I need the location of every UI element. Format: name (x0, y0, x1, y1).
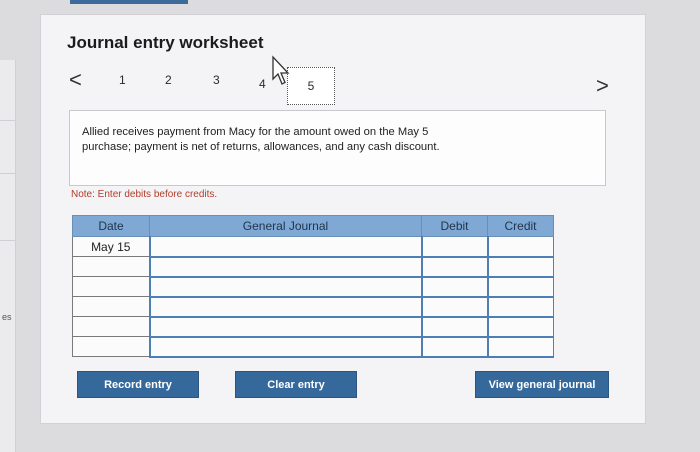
side-panel (0, 60, 16, 452)
debit-input[interactable] (420, 296, 488, 318)
page-link-4[interactable]: 4 (259, 77, 266, 91)
active-page-label: 5 (307, 79, 315, 93)
credit-input[interactable] (486, 336, 554, 358)
account-input[interactable] (148, 336, 422, 358)
side-divider (0, 173, 16, 174)
account-input[interactable] (148, 296, 422, 318)
date-cell[interactable] (72, 296, 150, 317)
journal-worksheet-card: Journal entry worksheet < 1 2 3 4 5 > Al… (40, 14, 646, 424)
debit-input[interactable] (420, 236, 488, 258)
date-cell[interactable] (72, 276, 150, 297)
account-input[interactable] (148, 276, 422, 298)
view-general-journal-button[interactable]: View general journal (475, 371, 609, 398)
table-row (72, 256, 554, 278)
account-input[interactable] (148, 256, 422, 278)
page-link-3[interactable]: 3 (213, 73, 220, 87)
debit-credit-note: Note: Enter debits before credits. (71, 189, 218, 200)
clear-entry-button[interactable]: Clear entry (235, 371, 357, 398)
date-cell[interactable]: May 15 (72, 236, 150, 257)
credit-input[interactable] (486, 276, 554, 298)
credit-input[interactable] (486, 256, 554, 278)
page-link-2[interactable]: 2 (165, 73, 172, 87)
page-link-5-active[interactable]: 5 (287, 67, 335, 105)
description-line: Allied receives payment from Macy for th… (82, 126, 429, 138)
top-accent-bar (70, 0, 188, 4)
chevron-right-icon[interactable]: > (596, 75, 609, 97)
mouse-pointer-icon (272, 55, 290, 85)
record-entry-button[interactable]: Record entry (77, 371, 199, 398)
credit-input[interactable] (486, 296, 554, 318)
debit-input[interactable] (420, 336, 488, 358)
description-line: purchase; payment is net of returns, all… (82, 141, 440, 153)
table-row (72, 276, 554, 298)
account-input[interactable] (148, 316, 422, 338)
column-header-credit: Credit (487, 215, 554, 237)
column-header-date: Date (72, 215, 150, 237)
credit-input[interactable] (486, 236, 554, 258)
transaction-description: Allied receives payment from Macy for th… (69, 110, 606, 186)
table-row (72, 336, 554, 358)
debit-input[interactable] (420, 256, 488, 278)
column-header-debit: Debit (421, 215, 488, 237)
account-input[interactable] (148, 236, 422, 258)
debit-input[interactable] (420, 316, 488, 338)
page-title: Journal entry worksheet (67, 33, 264, 52)
journal-entry-table: Date General Journal Debit Credit May 15 (72, 215, 554, 358)
column-header-general-journal: General Journal (149, 215, 422, 237)
table-row (72, 296, 554, 318)
date-cell[interactable] (72, 336, 150, 357)
side-divider (0, 240, 16, 241)
credit-input[interactable] (486, 316, 554, 338)
table-header-row: Date General Journal Debit Credit (72, 215, 554, 237)
table-row: May 15 (72, 236, 554, 258)
side-panel-label: es (2, 312, 12, 322)
date-cell[interactable] (72, 256, 150, 277)
chevron-left-icon[interactable]: < (69, 69, 82, 91)
page-link-1[interactable]: 1 (119, 73, 126, 87)
debit-input[interactable] (420, 276, 488, 298)
side-divider (0, 120, 16, 121)
date-cell[interactable] (72, 316, 150, 337)
table-row (72, 316, 554, 338)
